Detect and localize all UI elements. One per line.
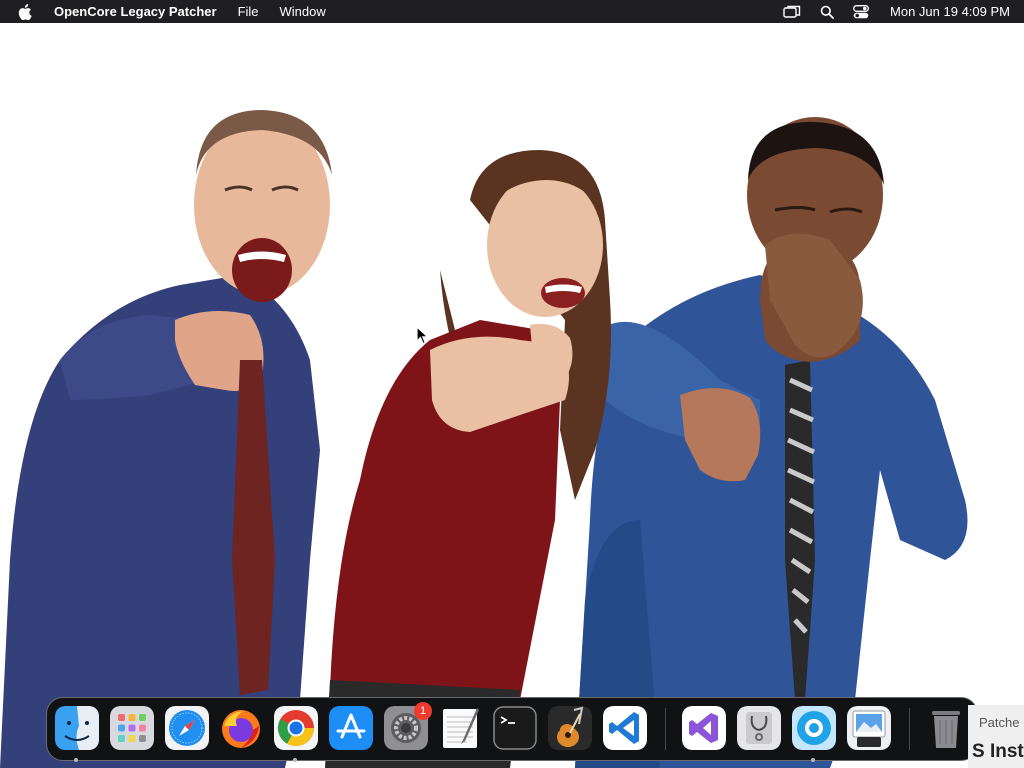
launchpad-icon xyxy=(110,706,154,750)
chrome-icon xyxy=(274,706,318,750)
desktop-wallpaper xyxy=(0,23,1024,768)
window-menu[interactable]: Window xyxy=(280,4,326,19)
dock-safari[interactable] xyxy=(165,706,209,750)
visual-studio-icon xyxy=(682,706,726,750)
dock-firefox[interactable] xyxy=(219,706,263,750)
garageband-icon xyxy=(548,706,592,750)
finder-icon xyxy=(55,706,99,750)
notification-badge: 1 xyxy=(414,702,432,720)
dock-running-indicator xyxy=(74,758,78,762)
menu-bar: OpenCore Legacy Patcher File Window Mon … xyxy=(0,0,1024,23)
safari-icon xyxy=(165,706,209,750)
dock-separator xyxy=(665,708,666,750)
dock-visual-studio[interactable] xyxy=(682,706,726,750)
dock-launchpad[interactable] xyxy=(110,706,154,750)
preview-icon xyxy=(847,706,891,750)
file-menu[interactable]: File xyxy=(238,4,259,19)
window-text-fragment: S Inst xyxy=(972,741,1024,762)
firefox-icon xyxy=(222,710,260,748)
system-information-icon xyxy=(737,706,781,750)
dock-app-store[interactable] xyxy=(329,706,373,750)
dock-opencore-legacy-patcher[interactable] xyxy=(792,706,836,750)
dock-terminal[interactable] xyxy=(493,706,537,750)
opencore-icon xyxy=(792,706,836,750)
screen-mirroring-icon[interactable] xyxy=(783,5,801,19)
terminal-icon xyxy=(493,706,537,750)
mouse-cursor-icon xyxy=(416,325,430,351)
spotlight-search-icon[interactable] xyxy=(820,5,834,19)
window-title-fragment: Patche xyxy=(979,715,1020,730)
dock-running-indicator xyxy=(811,758,815,762)
dock xyxy=(46,697,978,761)
background-window-fragment[interactable]: Patche S Inst xyxy=(968,705,1024,768)
dock-preview[interactable] xyxy=(847,706,891,750)
dock-textedit[interactable] xyxy=(439,706,483,750)
apple-menu-icon[interactable] xyxy=(18,3,32,20)
control-center-icon[interactable] xyxy=(853,4,869,19)
dock-vscode[interactable] xyxy=(603,706,647,750)
dock-system-information[interactable] xyxy=(737,706,781,750)
textedit-icon xyxy=(443,708,479,748)
trash-icon xyxy=(932,711,960,748)
app-menu[interactable]: OpenCore Legacy Patcher xyxy=(54,4,217,19)
vscode-icon xyxy=(603,706,647,750)
dock-chrome[interactable] xyxy=(274,706,318,750)
dock-finder[interactable] xyxy=(55,706,99,750)
app-store-icon xyxy=(329,706,373,750)
menu-bar-clock[interactable]: Mon Jun 19 4:09 PM xyxy=(890,4,1010,19)
dock-separator xyxy=(909,708,910,750)
dock-garageband[interactable] xyxy=(548,706,592,750)
dock-running-indicator xyxy=(293,758,297,762)
dock-trash[interactable] xyxy=(924,706,968,750)
